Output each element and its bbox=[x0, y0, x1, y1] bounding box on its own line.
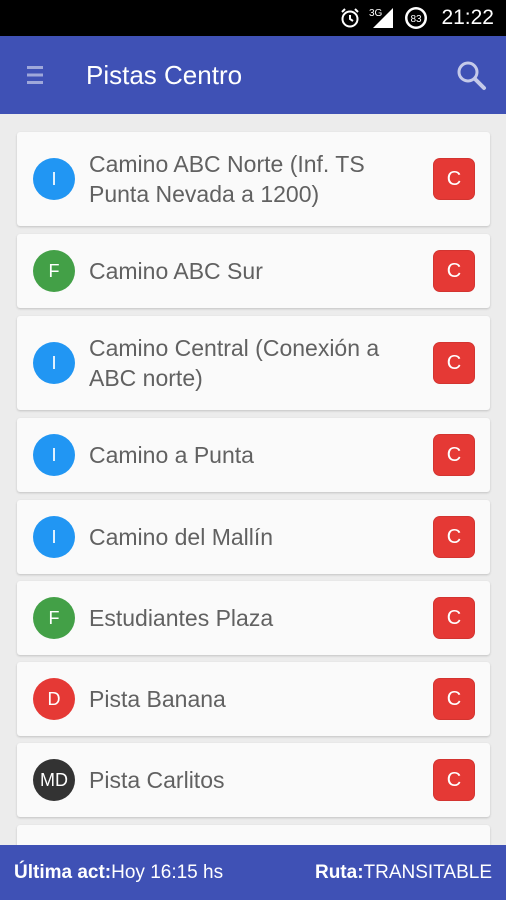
network-type-text: 3G bbox=[369, 8, 383, 19]
trail-name: Pista Banana bbox=[89, 686, 226, 712]
trail-item[interactable]: I Camino ABC Norte (Inf. TS Punta Nevada… bbox=[17, 132, 490, 226]
status-button[interactable]: C bbox=[433, 516, 475, 558]
last-update-value: Hoy 16:15 hs bbox=[111, 861, 224, 883]
trail-item[interactable]: F Estudiantes Plaza C bbox=[17, 581, 490, 655]
status-clock: 21:22 bbox=[441, 6, 494, 29]
route-status: Ruta:TRANSITABLE bbox=[315, 862, 492, 884]
trail-name: Estudiantes Plaza bbox=[89, 605, 274, 631]
battery-icon: 83 bbox=[403, 5, 429, 31]
search-icon[interactable] bbox=[436, 36, 506, 114]
trail-item[interactable]: I Camino del Mallín C bbox=[17, 500, 490, 574]
alarm-icon bbox=[339, 7, 361, 29]
trail-item[interactable]: F Camino ABC Sur C bbox=[17, 234, 490, 308]
difficulty-badge: F bbox=[33, 597, 75, 639]
trail-item[interactable]: D Pista Banana C bbox=[17, 662, 490, 736]
status-button[interactable]: C bbox=[433, 678, 475, 720]
last-update-label: Última act: bbox=[14, 861, 112, 883]
difficulty-badge: MD bbox=[33, 759, 75, 801]
trail-item[interactable]: MD Pista Carlitos C bbox=[17, 743, 490, 817]
trail-item[interactable]: I Camino a Punta C bbox=[17, 418, 490, 492]
route-status-label: Ruta: bbox=[314, 861, 364, 883]
app-bar: Pistas Centro bbox=[0, 36, 506, 114]
trail-name: Camino a Punta bbox=[89, 442, 254, 468]
trail-name: Camino Central (Conexión a ABC norte) bbox=[89, 335, 380, 391]
status-button[interactable]: C bbox=[433, 158, 475, 200]
status-button[interactable]: C bbox=[433, 434, 475, 476]
difficulty-badge: D bbox=[33, 678, 75, 720]
trail-name: Pista Carlitos bbox=[89, 767, 225, 793]
difficulty-badge: I bbox=[33, 516, 75, 558]
status-button[interactable]: C bbox=[433, 597, 475, 639]
trail-item-partial[interactable] bbox=[17, 825, 490, 845]
battery-level-text: 83 bbox=[411, 14, 423, 25]
trail-name: Camino del Mallín bbox=[89, 524, 274, 550]
difficulty-badge: I bbox=[33, 158, 75, 200]
difficulty-badge: F bbox=[33, 250, 75, 292]
signal-icon: 3G bbox=[369, 6, 395, 30]
trail-name: Camino ABC Norte (Inf. TS Punta Nevada a… bbox=[89, 151, 365, 207]
status-button[interactable]: C bbox=[433, 250, 475, 292]
status-button[interactable]: C bbox=[433, 759, 475, 801]
footer-bar: Última act:Hoy 16:15 hs Ruta:TRANSITABLE bbox=[0, 845, 506, 900]
trail-name: Camino ABC Sur bbox=[89, 258, 263, 284]
difficulty-badge: I bbox=[33, 434, 75, 476]
status-bar: 3G 83 21:22 bbox=[0, 0, 506, 36]
status-button[interactable]: C bbox=[433, 342, 475, 384]
trail-item[interactable]: I Camino Central (Conexión a ABC norte) … bbox=[17, 316, 490, 410]
trail-list[interactable]: I Camino ABC Norte (Inf. TS Punta Nevada… bbox=[0, 114, 506, 845]
route-status-value: TRANSITABLE bbox=[363, 861, 492, 883]
menu-icon[interactable] bbox=[0, 36, 70, 114]
page-title: Pistas Centro bbox=[86, 59, 243, 90]
last-update: Última act:Hoy 16:15 hs bbox=[14, 862, 223, 884]
difficulty-badge: I bbox=[33, 342, 75, 384]
